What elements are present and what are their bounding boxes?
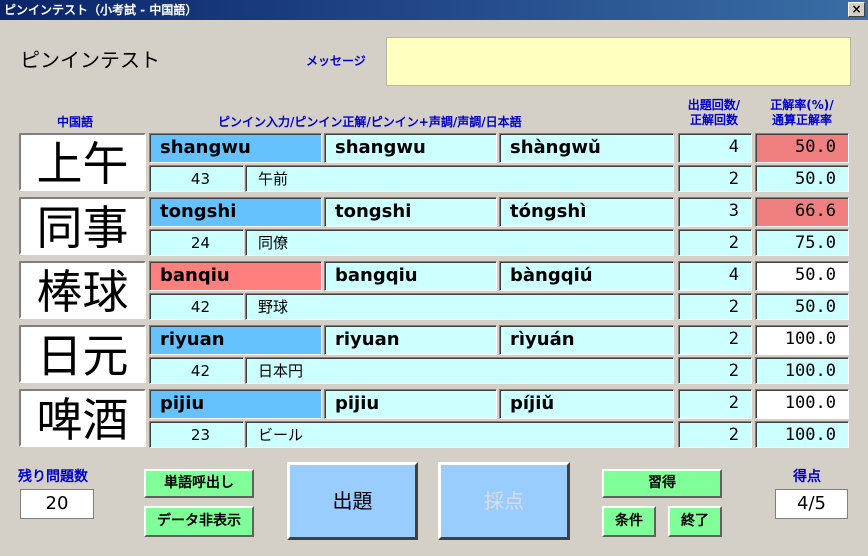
word-index: 42 [149,357,244,384]
header-counts: 出題回数/ 正解回数 [687,98,741,127]
pinyin-tone: bàngqiú [499,261,674,291]
pinyin-input[interactable]: tongshi [149,197,322,227]
pinyin-answer: pijiu [324,389,497,419]
pinyin-input[interactable]: riyuan [149,325,322,355]
word-kanji: 啤酒 [19,389,146,447]
app-title: ピンインテスト [20,48,160,72]
pinyin-input[interactable]: banqiu [149,261,322,291]
score-label: 得点 [793,469,821,485]
correct-count: 2 [678,293,752,320]
recall-word-button[interactable]: 単語呼出し [144,469,254,498]
grade-button[interactable]: 採点 [438,462,570,540]
total-rate: 100.0 [755,357,849,384]
word-kanji: 日元 [19,325,146,383]
header-rates: 正解率(%)/ 通算正解率 [770,98,834,127]
pinyin-tone: shàngwǔ [499,133,674,163]
pinyin-tone: píjiǔ [499,389,674,419]
ask-question-button[interactable]: 出題 [287,462,418,540]
pinyin-answer: bangqiu [324,261,497,291]
total-rate: 100.0 [755,421,849,448]
pinyin-input[interactable]: shangwu [149,133,322,163]
word-index: 23 [149,421,244,448]
total-rate: 50.0 [755,293,849,320]
word-index: 43 [149,165,244,192]
correct-rate: 66.6 [755,197,849,227]
conditions-button[interactable]: 条件 [602,506,656,537]
header-chinese: 中国語 [57,115,94,129]
score-value: 4/5 [775,489,848,519]
pinyin-answer: tongshi [324,197,497,227]
asked-count: 3 [678,197,752,227]
word-kanji: 同事 [19,197,146,255]
total-rate: 50.0 [755,165,849,192]
word-index: 42 [149,293,244,320]
hide-data-button[interactable]: データ非表示 [144,506,254,537]
correct-rate: 50.0 [755,261,849,291]
word-index: 24 [149,229,244,256]
remaining-label: 残り問題数 [18,469,88,485]
japanese-meaning: 午前 [245,165,674,192]
asked-count: 2 [678,389,752,419]
message-box [386,37,851,86]
correct-count: 2 [678,421,752,448]
remaining-count: 20 [20,489,94,519]
japanese-meaning: ビール [245,421,674,448]
correct-count: 2 [678,165,752,192]
correct-count: 2 [678,357,752,384]
japanese-meaning: 野球 [245,293,674,320]
japanese-meaning: 同僚 [245,229,674,256]
asked-count: 4 [678,133,752,163]
quit-button[interactable]: 終了 [668,506,722,537]
word-kanji: 棒球 [19,261,146,319]
correct-rate: 100.0 [755,325,849,355]
window-title: ピンインテスト（小考試 - 中国語） [4,3,198,17]
correct-count: 2 [678,229,752,256]
total-rate: 75.0 [755,229,849,256]
close-button[interactable]: × [848,2,865,17]
asked-count: 2 [678,325,752,355]
word-kanji: 上午 [19,133,146,191]
asked-count: 4 [678,261,752,291]
pinyin-input[interactable]: pijiu [149,389,322,419]
header-pinyin: ピンイン入力/ピンイン正解/ピンイン+声調/声調/日本語 [218,115,522,129]
correct-rate: 100.0 [755,389,849,419]
japanese-meaning: 日本円 [245,357,674,384]
learned-button[interactable]: 習得 [602,469,722,498]
correct-rate: 50.0 [755,133,849,163]
pinyin-tone: rìyuán [499,325,674,355]
message-label: メッセージ [306,54,366,68]
pinyin-tone: tóngshì [499,197,674,227]
pinyin-answer: shangwu [324,133,497,163]
pinyin-answer: riyuan [324,325,497,355]
